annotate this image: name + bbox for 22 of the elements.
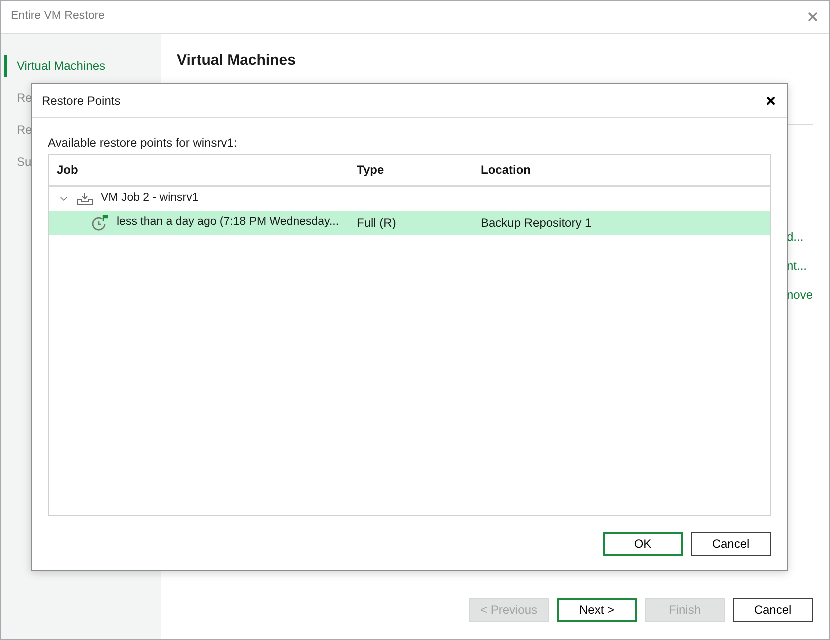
button[interactable]: Next > — [557, 598, 637, 622]
tray-download-icon — [77, 193, 93, 205]
link[interactable]: nt... — [787, 258, 808, 274]
column-header[interactable]: Job — [57, 163, 78, 177]
table-cell-text: VM Job 2 - winsrv1 — [101, 191, 199, 206]
page-heading: Virtual Machines — [177, 51, 296, 71]
table-cell: Full (R) — [357, 216, 396, 230]
window-title: Entire VM Restore — [11, 9, 105, 24]
close-icon[interactable] — [765, 94, 777, 106]
button[interactable]: Cancel — [733, 598, 813, 622]
table-cell: Backup Repository 1 — [481, 216, 592, 230]
caption: Available restore points for winsrv1: — [48, 135, 238, 151]
column-header[interactable]: Location — [481, 163, 531, 177]
table-cell-text: less than a day ago (7:18 PM Wednesday... — [117, 215, 340, 230]
column-header[interactable]: Type — [357, 163, 384, 177]
button[interactable]: Cancel — [691, 532, 771, 556]
dialog-title: Restore Points — [42, 92, 121, 110]
clock-flag-icon — [92, 215, 108, 231]
table-row[interactable]: less than a day ago (7:18 PM Wednesday... Full (R) Backup Repository 1 — [49, 211, 770, 235]
button[interactable]: OK — [603, 532, 683, 556]
sidebar-item[interactable]: Virtual Machines — [17, 57, 106, 75]
link[interactable]: nove — [787, 287, 814, 303]
